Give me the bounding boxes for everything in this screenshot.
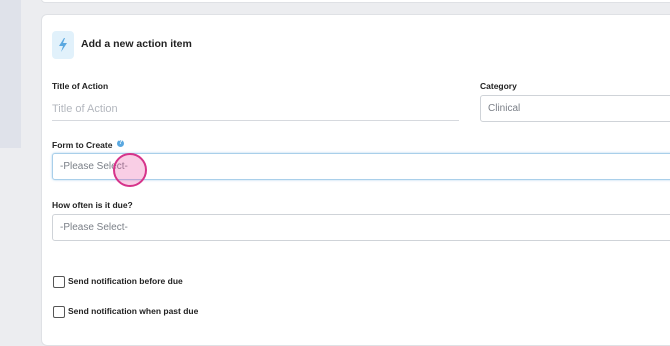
- category-select-value: Clinical: [488, 103, 521, 114]
- click-indicator: [113, 153, 147, 187]
- side-panel: [0, 0, 21, 148]
- form-to-create-label: Form to Create: [52, 140, 113, 150]
- frequency-label: How often is it due?: [52, 200, 133, 210]
- title-of-action-label: Title of Action: [52, 81, 109, 91]
- frequency-select[interactable]: -Please Select-: [52, 214, 670, 241]
- question-icon[interactable]: ?: [117, 140, 124, 147]
- title-of-action-input[interactable]: [52, 98, 459, 121]
- notify-before-due-label: Send notification before due: [68, 276, 183, 286]
- previous-card: [41, 0, 670, 3]
- notify-past-due-label: Send notification when past due: [68, 306, 199, 316]
- category-label: Category: [480, 81, 517, 91]
- frequency-select-value: -Please Select-: [60, 222, 128, 233]
- notify-past-due-checkbox[interactable]: [53, 306, 65, 318]
- notify-before-due-checkbox[interactable]: [53, 276, 65, 288]
- category-select[interactable]: Clinical: [480, 95, 670, 122]
- card-title: Add a new action item: [81, 38, 192, 50]
- lightning-icon: [52, 31, 74, 59]
